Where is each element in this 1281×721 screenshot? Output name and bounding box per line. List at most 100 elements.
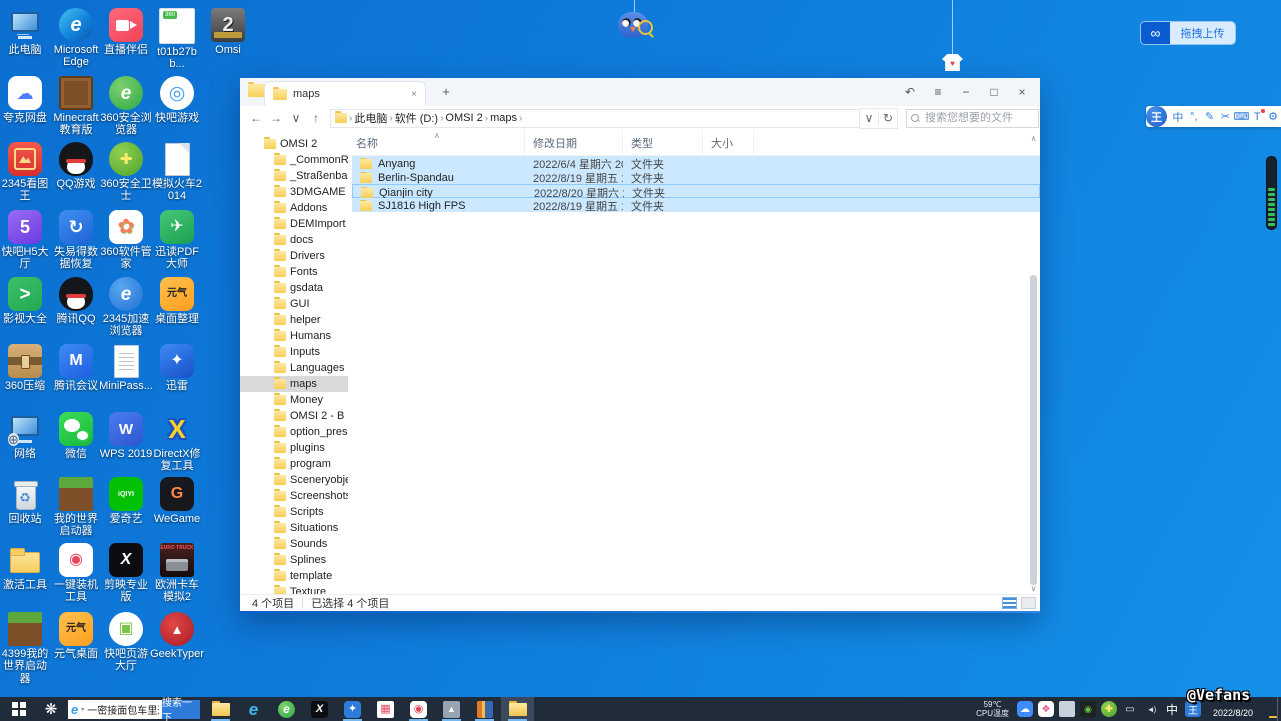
tree-item-scripts[interactable]: Scripts	[240, 504, 348, 520]
tree-item-screenshots[interactable]: Screenshots	[240, 488, 348, 504]
tree-item-sceneryobje[interactable]: Sceneryobje	[240, 472, 348, 488]
new-tab-button[interactable]: +	[436, 82, 456, 102]
tray-360-safe-icon[interactable]: ✚	[1101, 701, 1117, 717]
desktop-icon-wps-2019[interactable]: WWPS 2019	[99, 412, 153, 460]
desktop-icon-qq-games[interactable]: QQ游戏	[49, 142, 103, 190]
tree-item-gui[interactable]: GUI	[240, 296, 348, 312]
tree-item-option-pres[interactable]: option_pres	[240, 424, 348, 440]
desktop-icon-wegame[interactable]: GWeGame	[150, 477, 204, 525]
minimize-button[interactable]: −	[952, 78, 980, 106]
desktop-icon-video-collection[interactable]: >影视大全	[0, 277, 52, 325]
nav-down-button[interactable]: ∨	[286, 111, 306, 125]
maximize-button[interactable]: □	[980, 78, 1008, 106]
file-row[interactable]: Berlin-Spandau2022/8/19 星期五 14:...文件夹	[352, 170, 1040, 184]
tray-quark-knot-icon[interactable]: ❖	[1038, 701, 1054, 717]
desktop-icon-minecraft-launcher[interactable]: 我的世界启动器	[49, 477, 103, 538]
search-go-button[interactable]: 搜索一下	[162, 700, 200, 719]
tree-item-template[interactable]: template	[240, 568, 348, 584]
desktop-icon-desktop-organizer[interactable]: 元气桌面整理	[150, 277, 204, 325]
cpu-temp-widget[interactable]: 59℃ CPU温度	[976, 700, 1009, 718]
breadcrumb-item[interactable]: OMSI 2	[445, 112, 482, 124]
tray-volume-icon[interactable]: ◄)	[1143, 701, 1159, 717]
explorer-search[interactable]	[906, 109, 1039, 128]
desktop-icon-ms-edge[interactable]: eMicrosoft Edge	[49, 8, 103, 69]
tree-item-languages[interactable]: Languages	[240, 360, 348, 376]
desktop-icon-thunder[interactable]: ✦迅雷	[150, 344, 204, 392]
tree-item-maps[interactable]: maps	[240, 376, 348, 392]
tab-maps[interactable]: maps ×	[264, 81, 426, 106]
taskbar-search-input[interactable]	[87, 704, 159, 715]
file-row[interactable]: SJ1816 High FPS2022/8/19 星期五 14:...文件夹	[352, 198, 1040, 212]
desktop-icon-train-sim-2014[interactable]: 模拟火车2014	[150, 142, 204, 203]
desktop-icon-minipass[interactable]: MiniPass...	[99, 344, 153, 392]
tree-item-gsdata[interactable]: gsdata	[240, 280, 348, 296]
desktop-icon-live-partner[interactable]: 直播伴侣	[99, 8, 153, 56]
tray-nvidia-settings-icon[interactable]: ◉	[1080, 701, 1096, 717]
tree-item-drivers[interactable]: Drivers	[240, 248, 348, 264]
search-input[interactable]	[923, 111, 1034, 125]
desktop-icon-xundu-pdf-master[interactable]: ✈迅读PDF大师	[150, 210, 204, 271]
tree-item-program[interactable]: program	[240, 456, 348, 472]
column-header-修改日期[interactable]: 修改日期	[525, 130, 623, 155]
desktop-icon-2345-browser[interactable]: e2345加速浏览器	[99, 277, 153, 338]
tree-item-fonts[interactable]: Fonts	[240, 264, 348, 280]
taskbar-app-app-store[interactable]: ▦	[369, 697, 402, 721]
desktop-icon-4399-minecraft[interactable]: 4399我的世界启动器	[0, 612, 52, 685]
tree-item-splines[interactable]: Splines	[240, 552, 348, 568]
tree-item-docs[interactable]: docs	[240, 232, 348, 248]
back-button[interactable]: ←	[246, 111, 266, 125]
desktop-icon-omsi[interactable]: 2Omsi	[201, 8, 255, 56]
tree-item-situations[interactable]: Situations	[240, 520, 348, 536]
details-view-button[interactable]	[1002, 597, 1017, 609]
taskbar-search[interactable]: e ▾ 搜索一下	[68, 700, 200, 719]
desktop-icon-kuaiba-webgame-hall[interactable]: ▣快吧页游大厅	[99, 612, 153, 673]
thumbnail-view-button[interactable]	[1021, 597, 1036, 609]
taskbar-app-photo-viewer[interactable]: ▲	[435, 697, 468, 721]
tray-weiyun-cloud-icon[interactable]: ☁	[1017, 701, 1033, 717]
fan-icon[interactable]: ❋	[38, 700, 64, 718]
desktop-icon-quark-drive[interactable]: ☁夸克网盘	[0, 76, 52, 124]
start-button[interactable]	[0, 697, 38, 721]
shirt-widget[interactable]: ♥	[942, 54, 963, 71]
desktop-icon-activation-tools[interactable]: 激活工具	[0, 543, 52, 591]
taskbar-app-file-explorer[interactable]	[204, 697, 237, 721]
desktop-icon-yuanqi-desktop[interactable]: 元气元气桌面	[49, 612, 103, 660]
desktop-icon-onekey-install[interactable]: ◉一键装机工具	[49, 543, 103, 604]
tray-ethernet-icon[interactable]: ▭	[1122, 701, 1138, 717]
refresh-icon[interactable]: ↻	[878, 111, 897, 125]
ime-clip-icon[interactable]: ✂	[1218, 110, 1234, 123]
tree-item--stra-enbah[interactable]: _Straßenbah	[240, 168, 348, 184]
taskbar-app-explorer-window[interactable]	[501, 697, 534, 721]
desktop-icon-360-software-manager[interactable]: ✿360软件管家	[99, 210, 153, 271]
drag-upload-button[interactable]: ∞ 拖拽上传	[1140, 21, 1236, 45]
tree-item-plugins[interactable]: plugins	[240, 440, 348, 456]
address-dropdown-icon[interactable]: ∨	[860, 111, 878, 125]
desktop-icon-iqiyi[interactable]: iQIYI爱奇艺	[99, 477, 153, 525]
column-header-大小[interactable]: 大小	[703, 130, 754, 155]
tray-ime-chinese-icon[interactable]: 中	[1164, 701, 1180, 717]
desktop-icon-wechat[interactable]: 微信	[49, 412, 103, 460]
breadcrumb-item[interactable]: 此电脑	[354, 110, 387, 126]
ime-logo-icon[interactable]: 王	[1146, 106, 1167, 127]
desktop-icon-360-browser[interactable]: e360安全浏览器	[99, 76, 153, 137]
tray-snip-tool-icon[interactable]	[1059, 701, 1075, 717]
desktop-icon-geektyper[interactable]: ▲GeekTyper	[150, 612, 204, 660]
desktop-icon-tencent-meeting[interactable]: M腾讯会议	[49, 344, 103, 392]
desktop-icon-t01-image-file[interactable]: 360t01b27bb...	[150, 8, 204, 71]
taskbar-app-thunder[interactable]: ✦	[336, 697, 369, 721]
file-row[interactable]: Anyang2022/6/4 星期六 20:31文件夹	[352, 156, 1040, 170]
sort-ascending-icon[interactable]: ∧	[434, 131, 440, 140]
desktop-icon-recycle-bin[interactable]: ♻回收站	[0, 477, 52, 525]
desktop-icon-this-pc[interactable]: 此电脑	[0, 8, 52, 56]
tree-item-addons[interactable]: Addons	[240, 200, 348, 216]
desktop-icon-euro-truck-sim-2[interactable]: EURO TRUCK欧洲卡车模拟2	[150, 543, 204, 604]
breadcrumb-item[interactable]: maps	[490, 112, 517, 124]
tree-item-sounds[interactable]: Sounds	[240, 536, 348, 552]
tree-item-money[interactable]: Money	[240, 392, 348, 408]
owl-pet-widget[interactable]	[618, 12, 651, 40]
breadcrumb-item[interactable]: 软件 (D:)	[395, 110, 438, 126]
ime-handwriting-icon[interactable]: ✎	[1202, 110, 1218, 123]
desktop-icon-360-zip[interactable]: 360压缩	[0, 344, 52, 392]
file-row[interactable]: Qianjin city2022/8/20 星期六 14:...文件夹	[352, 184, 1040, 198]
show-desktop-divider[interactable]	[1277, 697, 1278, 721]
